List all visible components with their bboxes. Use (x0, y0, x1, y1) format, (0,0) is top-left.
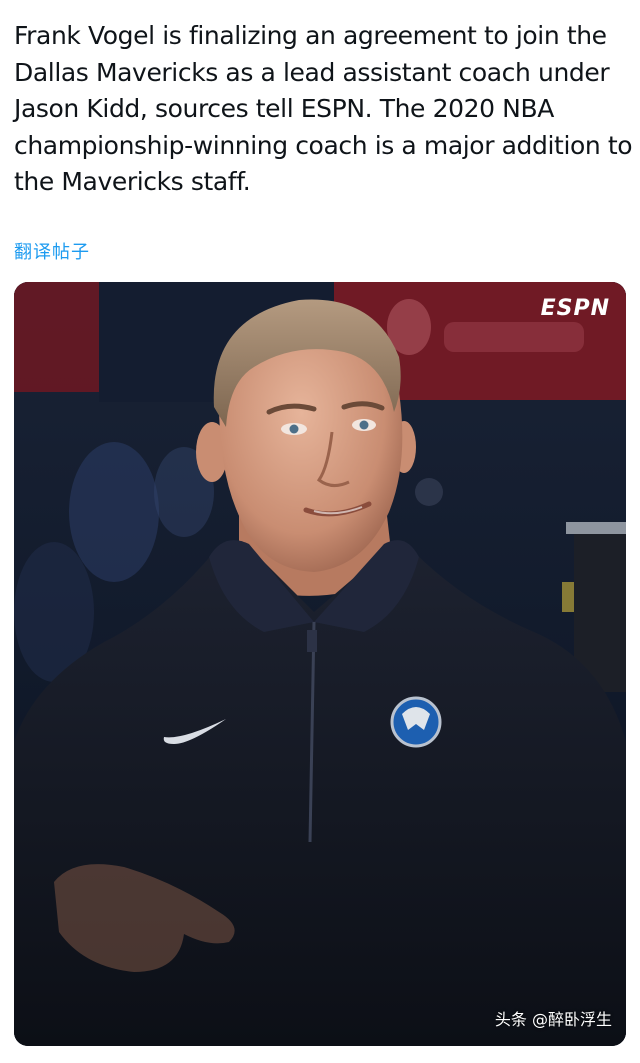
tweet-text-line: the Mavericks staff. (14, 167, 251, 196)
tweet-text-line: Dallas Mavericks as a lead assistant coa… (14, 57, 610, 87)
tweet-photo[interactable]: ESPN 头条 @醉卧浮生 (14, 282, 626, 1046)
tweet-text: Frank Vogel is finalizing an agreement t… (14, 18, 633, 201)
espn-logo: ESPN (540, 296, 610, 321)
tweet-text-line: Frank Vogel is finalizing an agreement t… (14, 21, 607, 50)
source-watermark: 头条 @醉卧浮生 (494, 1010, 612, 1029)
translate-post-link[interactable]: 翻译帖子 (14, 238, 90, 264)
tweet-text-line: championship-winning coach is a major ad… (14, 130, 633, 160)
tweet-text-line: Jason Kidd, sources tell ESPN. The 2020 … (14, 94, 554, 123)
photo-illustration (14, 282, 626, 1046)
